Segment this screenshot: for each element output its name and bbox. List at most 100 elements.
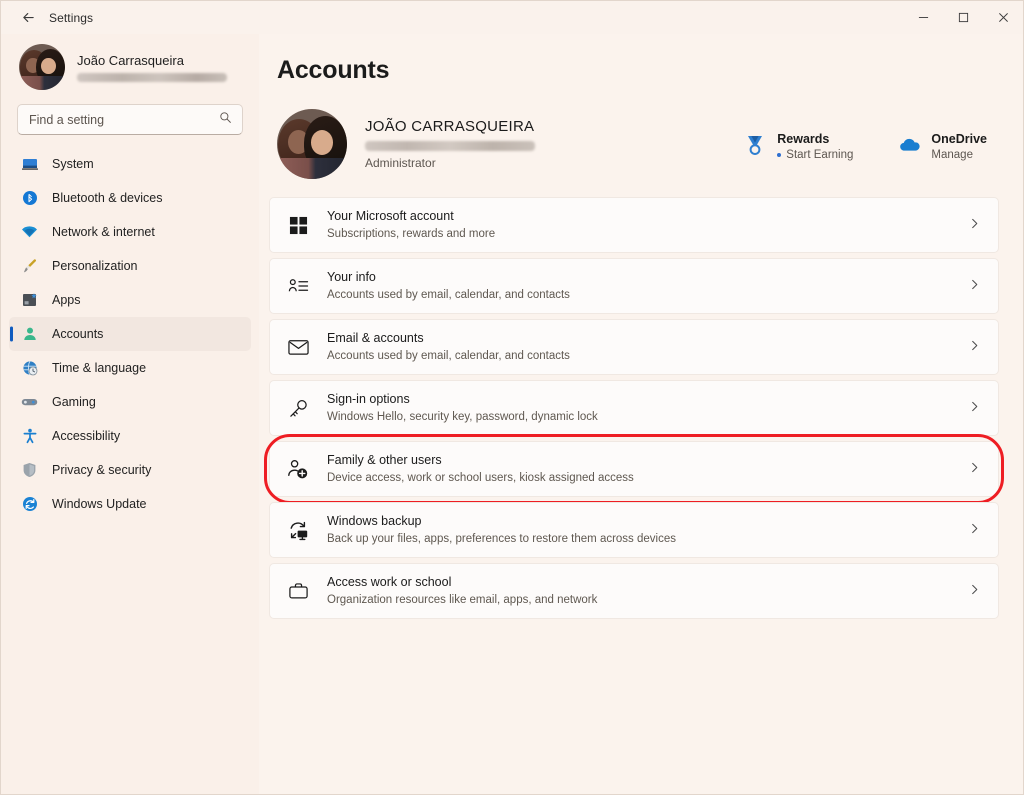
card-wrapper: Sign-in options Windows Hello, security … xyxy=(269,380,999,436)
rewards-title: Rewards xyxy=(777,131,830,146)
sidebar-item-label: Personalization xyxy=(52,259,138,273)
account-email-redacted xyxy=(365,141,535,151)
card-email-accounts[interactable]: Email & accounts Accounts used by email,… xyxy=(269,319,999,375)
main-content: Accounts JOÃO CARRASQUEIRA Administrator xyxy=(259,34,1023,794)
card-title: Access work or school xyxy=(327,575,452,590)
accessibility-person-icon xyxy=(21,428,38,445)
rewards-link[interactable]: Rewards Start Earning xyxy=(743,132,853,161)
sidebar-item-label: Network & internet xyxy=(52,225,155,239)
sidebar-item-windows-update[interactable]: Windows Update xyxy=(9,487,251,521)
close-icon[interactable] xyxy=(983,1,1023,34)
chevron-right-icon[interactable] xyxy=(969,582,980,600)
bluetooth-icon xyxy=(21,190,38,207)
card-subtitle: Subscriptions, rewards and more xyxy=(327,227,496,240)
chevron-right-icon[interactable] xyxy=(969,216,980,234)
sidebar-item-privacy-security[interactable]: Privacy & security xyxy=(9,453,251,487)
card-your-info[interactable]: Your info Accounts used by email, calend… xyxy=(269,258,999,314)
accounts-person-icon xyxy=(21,326,38,343)
sidebar-item-label: System xyxy=(52,157,94,171)
sidebar-item-time-language[interactable]: Time & language xyxy=(9,351,251,385)
sidebar-item-gaming[interactable]: Gaming xyxy=(9,385,251,419)
card-title: Family & other users xyxy=(327,453,442,468)
chevron-right-icon[interactable] xyxy=(969,277,980,295)
avatar xyxy=(277,109,347,179)
onedrive-link[interactable]: OneDrive Manage xyxy=(897,132,987,161)
rewards-subtitle: Start Earning xyxy=(786,148,854,161)
page-title: Accounts xyxy=(277,56,390,84)
title-bar: Settings xyxy=(1,1,1023,34)
window-controls xyxy=(903,1,1023,34)
search-input[interactable] xyxy=(18,105,242,134)
sidebar-item-apps[interactable]: Apps xyxy=(9,283,251,317)
account-name: JOÃO CARRASQUEIRA xyxy=(365,118,535,135)
search-box[interactable] xyxy=(17,104,243,135)
card-access-work-or-school[interactable]: Access work or school Organization resou… xyxy=(269,563,999,619)
sidebar-item-label: Accessibility xyxy=(52,429,121,443)
back-arrow-icon[interactable] xyxy=(11,5,45,31)
status-dot xyxy=(777,152,782,157)
sidebar-profile[interactable]: João Carrasqueira xyxy=(9,34,251,98)
sidebar-profile-name: João Carrasqueira xyxy=(77,52,184,68)
settings-card-list: Your Microsoft account Subscriptions, re… xyxy=(264,197,1004,619)
card-subtitle: Back up your files, apps, preferences to… xyxy=(327,532,676,545)
paintbrush-icon xyxy=(21,258,38,275)
sidebar-item-label: Bluetooth & devices xyxy=(52,191,163,205)
system-icon xyxy=(21,156,38,173)
backup-sync-icon xyxy=(286,518,310,542)
minimize-icon[interactable] xyxy=(903,1,943,34)
sidebar-item-label: Gaming xyxy=(52,395,96,409)
card-title: Your info xyxy=(327,270,376,285)
globe-clock-icon xyxy=(21,360,38,377)
briefcase-icon xyxy=(286,579,310,603)
onedrive-title: OneDrive xyxy=(931,131,987,146)
card-family-other-users[interactable]: Family & other users Device access, work… xyxy=(269,441,999,497)
onedrive-subtitle-row: Manage xyxy=(931,149,987,161)
onedrive-cloud-icon xyxy=(897,133,921,157)
sidebar-item-network-internet[interactable]: Network & internet xyxy=(9,215,251,249)
account-header: JOÃO CARRASQUEIRA Administrator Rewards … xyxy=(277,109,999,179)
key-icon xyxy=(286,396,310,420)
card-wrapper: Windows backup Back up your files, apps,… xyxy=(269,502,999,558)
shield-icon xyxy=(21,462,38,479)
card-windows-backup[interactable]: Windows backup Back up your files, apps,… xyxy=(269,502,999,558)
card-wrapper: Access work or school Organization resou… xyxy=(269,563,999,619)
card-your-microsoft-account[interactable]: Your Microsoft account Subscriptions, re… xyxy=(269,197,999,253)
maximize-icon[interactable] xyxy=(943,1,983,34)
person-add-icon xyxy=(286,457,310,481)
wifi-icon xyxy=(21,224,38,241)
card-subtitle: Organization resources like email, apps,… xyxy=(327,593,598,606)
sidebar-item-label: Apps xyxy=(52,293,81,307)
onedrive-subtitle: Manage xyxy=(931,148,973,161)
card-title: Sign-in options xyxy=(327,392,410,407)
rewards-medal-icon xyxy=(743,133,767,157)
chevron-right-icon[interactable] xyxy=(969,399,980,417)
apps-icon xyxy=(21,292,38,309)
chevron-right-icon[interactable] xyxy=(969,460,980,478)
card-title: Your Microsoft account xyxy=(327,209,454,224)
sidebar-item-system[interactable]: System xyxy=(9,147,251,181)
card-subtitle: Accounts used by email, calendar, and co… xyxy=(327,349,570,362)
card-subtitle: Accounts used by email, calendar, and co… xyxy=(327,288,570,301)
sidebar-item-label: Windows Update xyxy=(52,497,147,511)
sidebar-item-accessibility[interactable]: Accessibility xyxy=(9,419,251,453)
avatar xyxy=(19,44,65,90)
chevron-right-icon[interactable] xyxy=(969,521,980,539)
settings-window: Settings João Carrasqueira Find a settin… xyxy=(0,0,1024,795)
rewards-subtitle-row: Start Earning xyxy=(777,149,853,161)
card-sign-in-options[interactable]: Sign-in options Windows Hello, security … xyxy=(269,380,999,436)
chevron-right-icon[interactable] xyxy=(969,338,980,356)
sidebar-item-label: Accounts xyxy=(52,327,104,341)
microsoft-logo-icon xyxy=(286,213,310,237)
sidebar-item-personalization[interactable]: Personalization xyxy=(9,249,251,283)
gamepad-icon xyxy=(21,394,38,411)
sidebar-profile-email-redacted xyxy=(77,72,227,82)
sidebar-item-bluetooth-devices[interactable]: Bluetooth & devices xyxy=(9,181,251,215)
card-title: Email & accounts xyxy=(327,331,424,346)
card-wrapper-highlighted: Family & other users Device access, work… xyxy=(264,434,1004,504)
account-role: Administrator xyxy=(365,156,436,170)
sidebar-item-accounts[interactable]: Accounts xyxy=(9,317,251,351)
update-refresh-icon xyxy=(21,496,38,513)
header-links: Rewards Start Earning OneDrive Manage xyxy=(743,128,999,161)
sidebar: João Carrasqueira Find a setting System … xyxy=(1,34,259,794)
card-title: Windows backup xyxy=(327,514,422,529)
